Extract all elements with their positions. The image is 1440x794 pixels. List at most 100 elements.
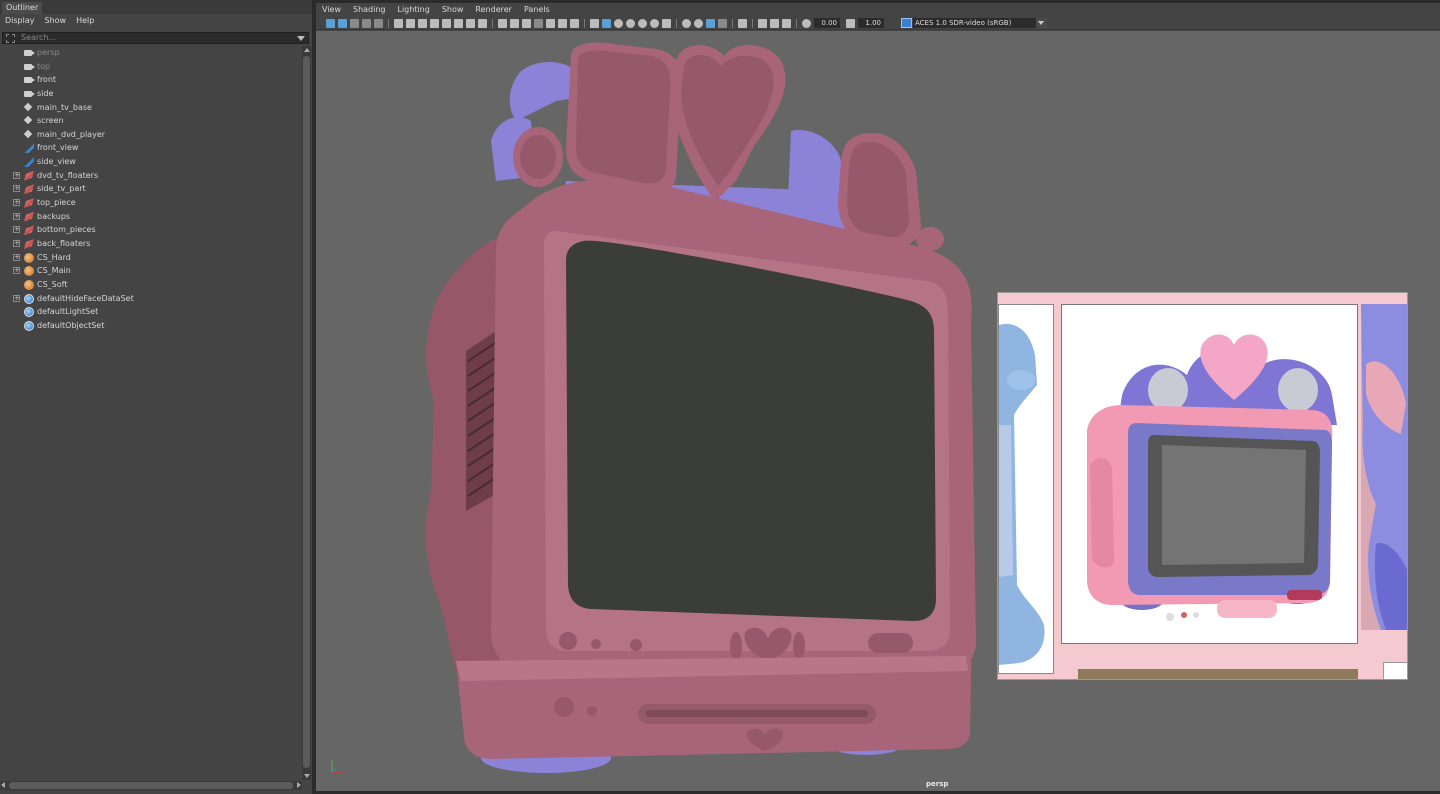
outliner-item[interactable]: + defaultHideFaceDataSet — [0, 292, 302, 306]
scroll-thumb[interactable] — [9, 782, 293, 789]
expand-icon[interactable]: + — [13, 185, 20, 193]
expand-icon[interactable]: + — [13, 212, 20, 220]
group-icon — [24, 170, 34, 181]
search-input[interactable] — [21, 33, 291, 43]
anti-aliasing-icon[interactable] — [706, 19, 715, 28]
two-d-pan-icon[interactable] — [374, 19, 383, 28]
filter-icon[interactable] — [6, 34, 15, 43]
scroll-right-icon[interactable] — [297, 782, 301, 788]
xray-active-icon[interactable] — [770, 19, 779, 28]
outliner-item[interactable]: + dvd_tv_floaters — [0, 169, 302, 183]
image-plane-toggle-icon[interactable] — [362, 19, 371, 28]
exposure-field[interactable]: 0.00 — [814, 18, 840, 28]
lighting-icon[interactable] — [638, 19, 647, 28]
gamma-field[interactable]: 1.00 — [858, 18, 884, 28]
xray-joints-icon[interactable] — [758, 19, 767, 28]
xray-icon[interactable] — [558, 19, 567, 28]
scroll-thumb[interactable] — [303, 56, 310, 768]
smooth-shade-icon[interactable] — [602, 19, 611, 28]
outliner-item[interactable]: + CS_Main — [0, 264, 302, 278]
expand-icon[interactable]: + — [13, 226, 20, 234]
ambient-occlusion-icon[interactable] — [682, 19, 691, 28]
grid-icon[interactable] — [498, 19, 507, 28]
backface-culling-icon[interactable] — [782, 19, 791, 28]
safe-title-icon[interactable] — [534, 19, 543, 28]
cube-wireframe-icon[interactable] — [590, 19, 599, 28]
expand-icon[interactable]: + — [13, 294, 20, 302]
chevron-down-icon[interactable] — [1036, 18, 1047, 28]
outliner-item[interactable]: + bottom_pieces — [0, 223, 302, 237]
menu-show[interactable]: Show — [45, 14, 67, 28]
menu-display[interactable]: Display — [5, 14, 35, 28]
image-plane-icon — [24, 143, 34, 154]
shadow-icon[interactable] — [662, 19, 671, 28]
gamma-icon[interactable] — [846, 19, 855, 28]
pen-icon[interactable] — [478, 19, 487, 28]
exposure-icon[interactable] — [802, 19, 811, 28]
outliner-item[interactable]: defaultLightSet — [0, 305, 302, 319]
outliner-item[interactable]: + back_floaters — [0, 237, 302, 251]
outliner-item[interactable]: + side_tv_part — [0, 182, 302, 196]
text-icon[interactable] — [570, 19, 579, 28]
scroll-down-icon[interactable] — [304, 774, 310, 778]
motion-blur-icon[interactable] — [694, 19, 703, 28]
outliner-item[interactable]: persp — [0, 46, 302, 60]
outliner-item[interactable]: defaultObjectSet — [0, 319, 302, 333]
expand-icon[interactable]: + — [13, 171, 20, 179]
outliner-item[interactable]: side_view — [0, 155, 302, 169]
reference-image-plane[interactable] — [997, 292, 1408, 680]
outliner-item-label: main_dvd_player — [37, 129, 106, 139]
camera-icon[interactable] — [394, 19, 403, 28]
menu-show[interactable]: Show — [442, 3, 464, 17]
menu-lighting[interactable]: Lighting — [397, 3, 429, 17]
vertical-scrollbar[interactable] — [302, 46, 311, 780]
outliner-item[interactable]: CS_Soft — [0, 278, 302, 292]
viewport-canvas[interactable]: persp — [316, 31, 1440, 791]
field-chart-icon[interactable] — [454, 19, 463, 28]
horizontal-scrollbar[interactable] — [0, 781, 302, 790]
expand-icon[interactable]: + — [13, 239, 20, 247]
gate-mask-icon[interactable] — [442, 19, 451, 28]
frame-icon[interactable] — [522, 19, 531, 28]
expand-icon[interactable]: + — [13, 253, 20, 261]
default-material-icon[interactable] — [614, 19, 623, 28]
outliner-item-label: bottom_pieces — [37, 225, 96, 235]
expand-icon[interactable]: + — [13, 199, 20, 207]
outliner-item[interactable]: front — [0, 73, 302, 87]
wireframe-icon[interactable] — [546, 19, 555, 28]
outliner-item[interactable]: + backups — [0, 210, 302, 224]
outliner-item[interactable]: screen — [0, 114, 302, 128]
menu-view[interactable]: View — [322, 3, 341, 17]
isolate-select-icon[interactable] — [738, 19, 747, 28]
outliner-item[interactable]: top — [0, 60, 302, 74]
color-management-icon[interactable] — [901, 18, 912, 28]
camera-lock-icon[interactable] — [406, 19, 415, 28]
film-gate-icon[interactable] — [418, 19, 427, 28]
scroll-up-icon[interactable] — [304, 48, 310, 52]
outliner-item[interactable]: front_view — [0, 141, 302, 155]
scroll-left-icon[interactable] — [1, 782, 5, 788]
outliner-item[interactable]: + top_piece — [0, 196, 302, 210]
tab-outliner[interactable]: Outliner — [2, 2, 43, 14]
select-camera-icon[interactable] — [326, 19, 335, 28]
color-space-select[interactable]: ACES 1.0 SDR-video (sRGB) — [913, 18, 1047, 28]
safe-action-icon[interactable] — [466, 19, 475, 28]
menu-shading[interactable]: Shading — [353, 3, 386, 17]
bookmark-icon[interactable] — [350, 19, 359, 28]
group-icon — [24, 238, 34, 249]
expand-icon[interactable]: + — [13, 267, 20, 275]
menu-help[interactable]: Help — [76, 14, 94, 28]
textured-icon[interactable] — [626, 19, 635, 28]
outliner-item[interactable]: main_tv_base — [0, 101, 302, 115]
sun-icon[interactable] — [650, 19, 659, 28]
menu-panels[interactable]: Panels — [524, 3, 550, 17]
outliner-item[interactable]: side — [0, 87, 302, 101]
resolution-gate-icon[interactable] — [430, 19, 439, 28]
outliner-item[interactable]: + CS_Hard — [0, 251, 302, 265]
camera-attributes-icon[interactable] — [338, 19, 347, 28]
outliner-item[interactable]: main_dvd_player — [0, 128, 302, 142]
chevron-down-icon[interactable] — [297, 36, 305, 41]
film-icon[interactable] — [510, 19, 519, 28]
depth-of-field-icon[interactable] — [718, 19, 727, 28]
menu-renderer[interactable]: Renderer — [475, 3, 512, 17]
